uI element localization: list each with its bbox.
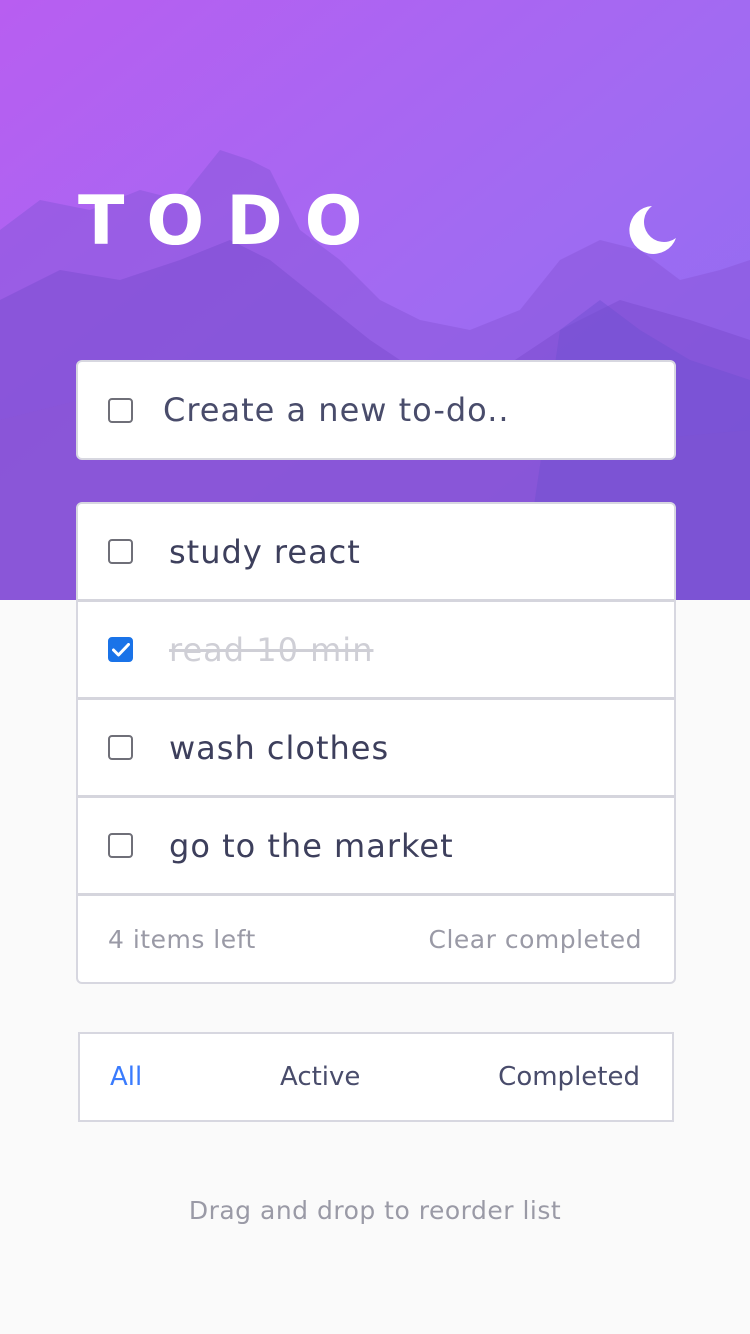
todo-checkbox[interactable] (108, 833, 133, 858)
filter-bar: All Active Completed (78, 1032, 674, 1122)
filter-all-button[interactable]: All (110, 1062, 142, 1092)
app-title: TODO (78, 182, 385, 261)
items-left-count: 4 items left (108, 924, 256, 954)
todo-item[interactable]: go to the market (78, 798, 674, 896)
todo-label: go to the market (169, 826, 454, 865)
todo-checkbox[interactable] (108, 735, 133, 760)
drag-hint-text: Drag and drop to reorder list (188, 1196, 562, 1225)
todo-list: study react read 10 min wash clothes go … (76, 502, 676, 984)
todo-checkbox[interactable] (108, 539, 133, 564)
todo-item[interactable]: wash clothes (78, 700, 674, 798)
clear-completed-button[interactable]: Clear completed (429, 925, 642, 954)
app-root: TODO Create a new to-do.. study react re… (0, 0, 750, 1334)
todo-label: study react (169, 532, 361, 571)
new-todo-placeholder: Create a new to-do.. (163, 391, 510, 429)
new-todo-checkbox[interactable] (108, 397, 133, 423)
filter-completed-button[interactable]: Completed (498, 1062, 640, 1092)
todo-item-completed[interactable]: read 10 min (78, 602, 674, 700)
todo-item[interactable]: study react (78, 504, 674, 602)
todo-checkbox-checked[interactable] (108, 637, 133, 662)
new-todo-input[interactable]: Create a new to-do.. (76, 360, 676, 460)
todo-label: read 10 min (169, 630, 374, 669)
filter-active-button[interactable]: Active (280, 1062, 360, 1092)
todo-label: wash clothes (169, 728, 390, 767)
theme-toggle-button[interactable] (622, 202, 678, 258)
moon-icon (629, 206, 676, 254)
checkmark-icon (111, 642, 130, 656)
list-footer: 4 items left Clear completed (78, 896, 674, 982)
